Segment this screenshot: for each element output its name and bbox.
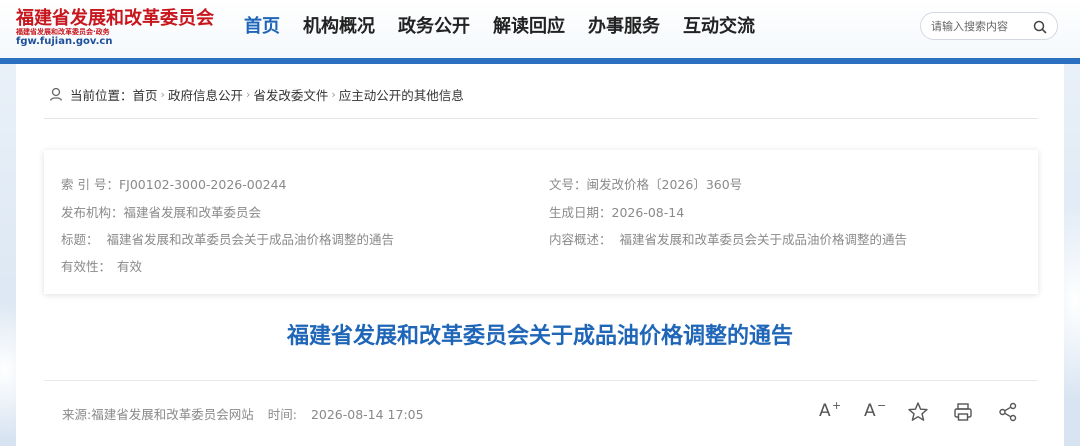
font-increase-letter: A [819,401,831,421]
search-box [920,12,1058,40]
article-title: 福建省发展和改革委员会关于成品油价格调整的通告 [286,324,793,349]
site-logo[interactable]: 福建省发展和改革委员会 福建省发展和改革委员会·政务 fgw.fujian.go… [16,4,236,54]
nav-item-interpretation[interactable]: 解读回应 [493,12,565,42]
meta-summary: 内容概述： 福建省发展和改革委员会关于成品油价格调整的通告 [549,229,907,248]
breadcrumb-prefix: 当前位置： [70,87,133,103]
meta-index-number: 索 引 号：FJ00102-3000-2026-00244 [61,174,287,193]
breadcrumb-gov-info[interactable]: 政府信息公开 [168,85,243,104]
nav-item-organization[interactable]: 机构概况 [303,12,375,42]
nav-item-government-affairs[interactable]: 政务公开 [398,12,470,42]
document-metadata-box: 索 引 号：FJ00102-3000-2026-00244 文号：闽发改价格〔2… [44,150,1038,294]
breadcrumb-separator: › [160,87,165,101]
breadcrumb-documents[interactable]: 省发改委文件 [253,85,328,104]
meta-date-value: 2026-08-14 [611,205,685,220]
main-content: 当前位置： 首页 › 政府信息公开 › 省发改委文件 › 应主动公开的其他信息 … [16,64,1064,446]
meta-summary-label: 内容概述： [549,232,612,247]
main-nav: 首页 机构概况 政务公开 解读回应 办事服务 互动交流 [244,12,778,42]
font-increase-sign: + [832,399,842,412]
title-divider [44,380,1038,381]
meta-validity-label: 有效性： [61,259,112,274]
font-decrease-sign: − [877,399,887,412]
breadcrumb-other-info[interactable]: 应主动公开的其他信息 [339,85,464,104]
meta-doc-no-value: 闽发改价格〔2026〕360号 [586,177,743,192]
font-decrease-letter: A [864,401,876,421]
meta-date: 生成日期：2026-08-14 [549,202,684,221]
breadcrumb-divider [44,118,1038,119]
article-tools: A + A − [816,399,1041,424]
meta-document-number: 文号：闽发改价格〔2026〕360号 [549,174,742,193]
breadcrumb-separator: › [331,87,336,101]
meta-date-label: 生成日期： [549,205,612,220]
meta-publisher-value: 福建省发展和改革委员会 [123,205,262,220]
meta-title: 标题： 福建省发展和改革委员会关于成品油价格调整的通告 [61,229,394,248]
meta-publisher: 发布机构：福建省发展和改革委员会 [61,202,261,221]
font-increase-icon[interactable]: A + [816,399,842,424]
meta-validity-value: 有效 [117,259,143,274]
font-decrease-icon[interactable]: A − [861,399,887,424]
nav-item-home[interactable]: 首页 [244,12,280,42]
breadcrumb-separator: › [245,87,251,101]
site-header: 福建省发展和改革委员会 福建省发展和改革委员会·政务 fgw.fujian.go… [0,0,1080,58]
meta-title-label: 标题： [61,232,99,247]
article-source-line: 来源:福建省发展和改革委员会网站 时间: 2026-08-14 17:05 [62,404,424,423]
article-time-label: 时间: [267,407,297,422]
nav-item-services[interactable]: 办事服务 [588,12,660,42]
meta-title-value: 福建省发展和改革委员会关于成品油价格调整的通告 [106,232,395,247]
share-icon[interactable] [996,400,1020,424]
meta-doc-no-label: 文号： [549,177,587,192]
meta-validity: 有效性： 有效 [61,256,142,275]
meta-summary-value: 福建省发展和改革委员会关于成品油价格调整的通告 [619,232,908,247]
breadcrumb-home[interactable]: 首页 [133,85,158,104]
star-icon[interactable] [906,400,930,424]
breadcrumb: 当前位置： 首页 › 政府信息公开 › 省发改委文件 › 应主动公开的其他信息 [48,84,464,104]
nav-item-interaction[interactable]: 互动交流 [683,12,755,42]
article-source: 来源:福建省发展和改革委员会网站 [62,407,254,422]
logo-domain: fgw.fujian.gov.cn [16,36,113,47]
search-input[interactable] [931,17,1031,35]
meta-index-value: FJ00102-3000-2026-00244 [118,177,287,192]
search-icon[interactable] [1032,19,1048,35]
location-pin-icon [48,86,64,102]
meta-publisher-label: 发布机构： [61,205,124,220]
meta-index-label: 索 引 号： [61,177,119,192]
article-time-value: 2026-08-14 17:05 [310,407,424,422]
print-icon[interactable] [951,400,975,424]
